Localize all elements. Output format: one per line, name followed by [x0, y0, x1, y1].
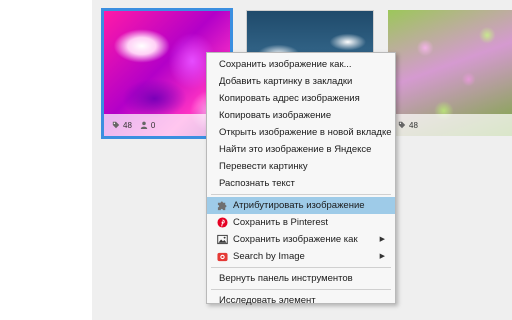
menu-item-label: Сохранить в Pinterest [233, 217, 329, 228]
menu-item-save-to-pinterest[interactable]: Сохранить в Pinterest [207, 214, 395, 231]
tags-count: 48 [409, 120, 418, 130]
menu-item-label: Копировать адрес изображения [219, 93, 360, 104]
menu-item-label: Перевести картинку [219, 161, 308, 172]
puzzle-icon [217, 201, 227, 211]
menu-item-label: Сохранить изображение как... [219, 59, 352, 70]
menu-item-bookmark-image[interactable]: Добавить картинку в закладки [207, 73, 395, 90]
menu-item-open-image-new-tab[interactable]: Открыть изображение в новой вкладке [207, 124, 395, 141]
menu-item-inspect-element[interactable]: Исследовать элемент [207, 292, 395, 309]
image-icon [217, 234, 228, 245]
menu-item-search-by-image[interactable]: Search by Image ▶ [207, 248, 395, 265]
menu-item-restore-toolbar[interactable]: Вернуть панель инструментов [207, 270, 395, 287]
tags-stat: 48 [398, 121, 418, 130]
menu-item-label: Найти это изображение в Яндексе [219, 144, 372, 155]
context-menu: Сохранить изображение как... Добавить ка… [206, 52, 396, 306]
menu-item-translate-image[interactable]: Перевести картинку [207, 158, 395, 175]
menu-item-copy-image[interactable]: Копировать изображение [207, 107, 395, 124]
menu-item-recognize-text[interactable]: Распознать текст [207, 175, 395, 192]
camera-icon [217, 252, 228, 262]
menu-separator [211, 267, 391, 268]
submenu-arrow-icon: ▶ [379, 236, 385, 243]
menu-item-attribute-image[interactable]: Атрибутировать изображение [207, 197, 395, 214]
menu-item-save-image-as[interactable]: Сохранить изображение как... [207, 56, 395, 73]
users-stat: 0 [140, 121, 155, 130]
tag-icon [398, 121, 406, 129]
menu-item-copy-image-address[interactable]: Копировать адрес изображения [207, 90, 395, 107]
menu-item-label: Добавить картинку в закладки [219, 76, 353, 87]
submenu-arrow-icon: ▶ [379, 253, 385, 260]
tags-count: 48 [123, 120, 132, 130]
menu-item-label: Распознать текст [219, 178, 295, 189]
menu-item-label: Сохранить изображение как [233, 234, 358, 245]
image-tile[interactable]: 48 [388, 10, 512, 136]
menu-item-label: Открыть изображение в новой вкладке [219, 127, 392, 138]
menu-item-search-yandex[interactable]: Найти это изображение в Яндексе [207, 141, 395, 158]
menu-separator [211, 194, 391, 195]
menu-item-label: Исследовать элемент [219, 295, 316, 306]
menu-item-label: Атрибутировать изображение [233, 200, 365, 211]
tags-stat: 48 [112, 121, 132, 130]
menu-item-label: Копировать изображение [219, 110, 332, 121]
screen: 48 0 48 Сохранить изображение как... Доб… [0, 0, 512, 320]
menu-item-label: Search by Image [233, 251, 305, 262]
pinterest-icon [217, 217, 228, 228]
tag-icon [112, 121, 120, 129]
menu-separator [211, 289, 391, 290]
menu-item-label: Вернуть панель инструментов [219, 273, 353, 284]
menu-item-save-image-as-submenu[interactable]: Сохранить изображение как ▶ [207, 231, 395, 248]
tile-footer: 48 [388, 114, 512, 136]
users-count: 0 [150, 120, 156, 130]
user-icon [140, 121, 148, 129]
